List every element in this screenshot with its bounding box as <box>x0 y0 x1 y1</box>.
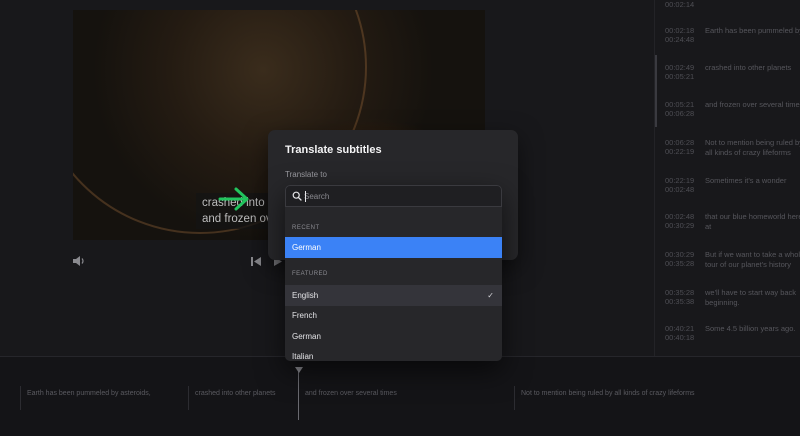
dialog-title: Translate subtitles <box>285 144 382 156</box>
transcript-time: 00:35:28 00:35:38 <box>665 288 695 306</box>
transcript-text: crashed into other planets <box>705 63 792 72</box>
option-french[interactable]: French <box>285 305 502 326</box>
transcript-row[interactable]: 00:02:49 00:05:21 crashed into other pla… <box>655 63 800 93</box>
transcript-time: 00:22:19 00:02:48 <box>665 176 695 194</box>
transcript-time: 00:02:18 00:24:48 <box>665 26 695 44</box>
transcript-time: 00:40:21 00:40:18 <box>665 324 695 342</box>
featured-section-label: FEATURED <box>292 271 328 277</box>
transcript-text: we'll have to start way back beginning. <box>705 288 797 307</box>
check-icon: ✓ <box>487 291 494 300</box>
option-german[interactable]: German <box>285 326 502 347</box>
text-cursor <box>305 191 306 202</box>
transcript-text: Earth has been pummeled by <box>705 26 800 35</box>
arrow-right-icon <box>218 187 249 211</box>
option-label: English <box>292 291 319 300</box>
transcript-time: 00:02:48 00:30:29 <box>665 212 695 230</box>
search-icon <box>292 191 302 201</box>
transcript-text: that our blue homeworld here at <box>705 212 800 231</box>
transcript-row[interactable]: 00:30:29 00:35:28 But if we want to take… <box>655 250 800 280</box>
translate-to-label: Translate to <box>285 170 327 179</box>
transcript-text: Not to mention being ruled by all kinds … <box>705 138 800 157</box>
playhead-handle[interactable] <box>295 367 303 373</box>
transcript-time: 00:30:29 00:35:28 <box>665 250 695 268</box>
recent-section-label: RECENT <box>292 225 320 231</box>
timeline-playhead[interactable] <box>298 370 299 420</box>
search-field[interactable] <box>285 185 502 207</box>
transcript-text: But if we want to take a whol tour of ou… <box>705 250 800 269</box>
search-input[interactable] <box>304 189 484 203</box>
transcript-text: Some 4.5 billion years ago. <box>705 324 796 333</box>
timeline-clip[interactable]: Not to mention being ruled by all kinds … <box>514 386 800 410</box>
transcript-row[interactable]: 00:22:19 00:02:48 Sometimes it's a wonde… <box>655 176 800 206</box>
option-english[interactable]: English ✓ <box>285 285 502 306</box>
transcript-time: 00:06:28 00:22:19 <box>665 138 695 156</box>
option-italian[interactable]: Italian <box>285 346 502 361</box>
transcript-panel: 00:02:14 00:02:18 00:24:48 Earth has bee… <box>654 0 800 356</box>
skip-back-icon[interactable] <box>250 256 262 267</box>
transcript-time: 00:02:14 <box>665 0 695 9</box>
transcript-text: and frozen over several times <box>705 100 800 109</box>
transcript-time: 00:05:21 00:06:28 <box>665 100 695 118</box>
transcript-row[interactable]: 00:35:28 00:35:38 we'll have to start wa… <box>655 288 800 318</box>
option-recent-german[interactable]: German <box>285 237 502 258</box>
transcript-time: 00:02:49 00:05:21 <box>665 63 695 81</box>
speaker-icon[interactable] <box>72 255 86 267</box>
transcript-row[interactable]: 00:05:21 00:06:28 and frozen over severa… <box>655 100 800 130</box>
language-dropdown: RECENT German FEATURED English ✓ French … <box>285 185 502 361</box>
transcript-row[interactable]: 00:02:48 00:30:29 that our blue homeworl… <box>655 212 800 242</box>
timeline-clip[interactable]: and frozen over several times <box>298 386 514 410</box>
timeline-clip[interactable]: crashed into other planets <box>188 386 298 410</box>
transcript-row[interactable]: 00:02:18 00:24:48 Earth has been pummele… <box>655 26 800 56</box>
transcript-row[interactable]: 00:40:21 00:40:18 Some 4.5 billion years… <box>655 324 800 354</box>
transcript-row[interactable]: 00:06:28 00:22:19 Not to mention being r… <box>655 138 800 168</box>
timeline-clip[interactable]: Earth has been pummeled by asteroids, <box>20 386 188 410</box>
transcript-text: Sometimes it's a wonder <box>705 176 787 185</box>
